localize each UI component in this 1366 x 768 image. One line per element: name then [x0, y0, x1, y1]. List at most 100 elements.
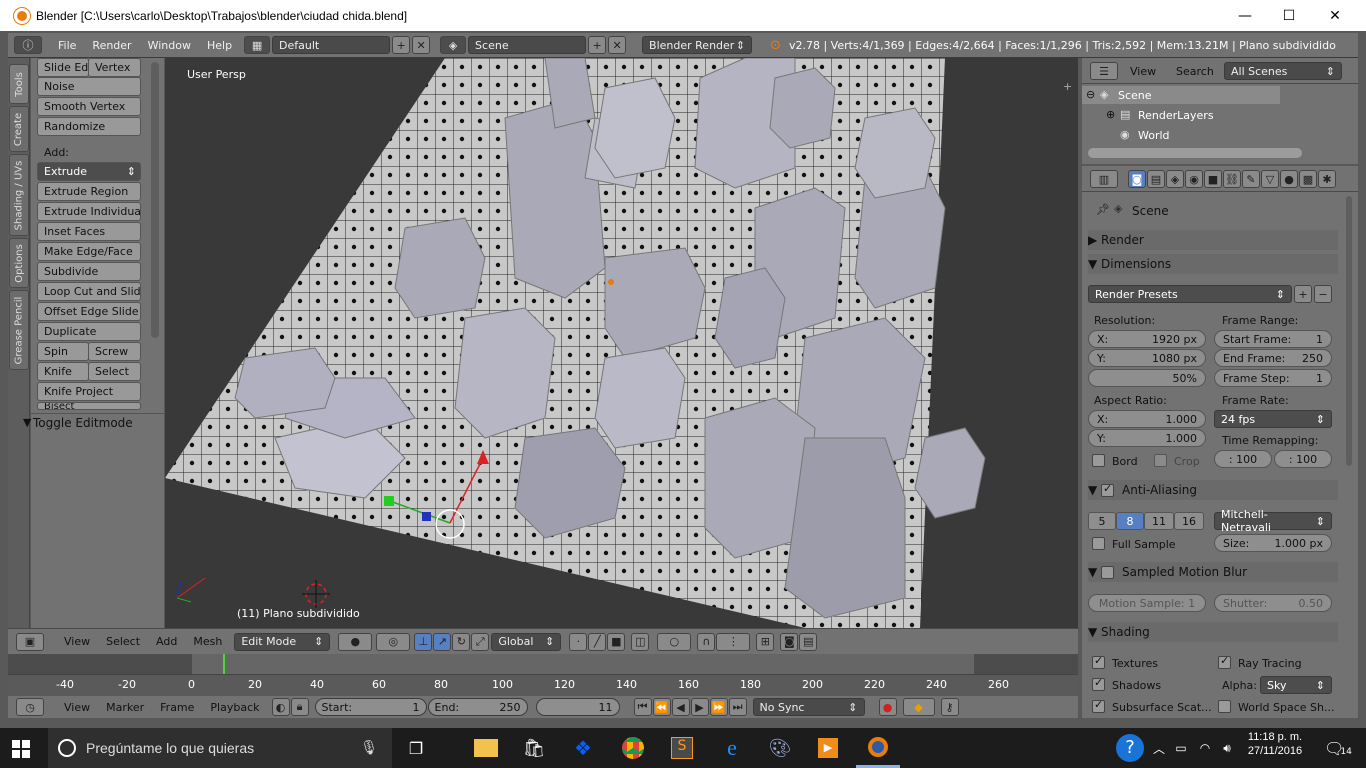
translate-icon[interactable]: ↗	[433, 632, 452, 651]
menu-frame[interactable]: Frame	[152, 701, 202, 714]
timeline[interactable]: -40 -20 0 20 40 60 80 100 120 140 160 18…	[8, 654, 1078, 696]
res-y-field[interactable]: Y: 1080 px	[1088, 349, 1206, 367]
aa-sample-8[interactable]: 8	[1116, 512, 1144, 530]
anti-aliasing-panel-header[interactable]: ▼ Anti-Aliasing	[1088, 480, 1338, 500]
viewport-shading-icon[interactable]: ●	[338, 632, 373, 651]
windows-start-icon[interactable]	[12, 740, 30, 758]
tab-create[interactable]: Create	[9, 106, 29, 152]
tab-tools[interactable]: Tools	[9, 64, 29, 104]
aa-sample-16[interactable]: 16	[1174, 512, 1204, 530]
render-anim-icon[interactable]: ▤	[799, 632, 818, 651]
bisect-button[interactable]: Bisect	[37, 402, 141, 410]
extrude-region-button[interactable]: Extrude Region	[37, 182, 141, 201]
filter-size-field[interactable]: Size: 1.000 px	[1214, 534, 1332, 552]
material-tab-icon[interactable]: ●	[1280, 170, 1298, 188]
world-space-shading-checkbox[interactable]	[1218, 700, 1231, 713]
inset-faces-button[interactable]: Inset Faces	[37, 222, 141, 241]
make-edge-face-button[interactable]: Make Edge/Face	[37, 242, 141, 261]
add-scene-icon[interactable]: +	[588, 36, 607, 54]
microphone-icon[interactable]: 🎙︎	[360, 740, 378, 756]
minimize-button[interactable]: —	[1222, 0, 1268, 31]
editor-type-info-icon[interactable]: ⓘ	[14, 36, 42, 54]
scene-tab-icon[interactable]: ◈	[1166, 170, 1184, 188]
texture-tab-icon[interactable]: ▩	[1299, 170, 1317, 188]
aa-sample-5[interactable]: 5	[1088, 512, 1116, 530]
duplicate-button[interactable]: Duplicate	[37, 322, 141, 341]
dimensions-panel-header[interactable]: ▼ Dimensions	[1088, 254, 1338, 274]
outliner-hscrollbar[interactable]	[1088, 148, 1302, 158]
spin-button[interactable]: Spin	[37, 342, 89, 361]
battery-icon[interactable]: ▭	[1170, 728, 1192, 768]
menu-mesh[interactable]: Mesh	[185, 635, 230, 648]
help-icon[interactable]: ?	[1112, 728, 1148, 768]
scene-field[interactable]: Scene	[468, 36, 587, 54]
motion-blur-checkbox[interactable]	[1101, 565, 1115, 579]
physics-tab-icon[interactable]: ✱	[1318, 170, 1336, 188]
smooth-vertex-button[interactable]: Smooth Vertex	[37, 97, 141, 116]
extrude-dropdown[interactable]: Extrude ⇕	[37, 162, 141, 181]
menu-help[interactable]: Help	[199, 39, 240, 52]
sync-select[interactable]: No Sync ⇕	[752, 698, 865, 716]
maximize-button[interactable]: ☐	[1266, 0, 1312, 31]
editor-type-properties-icon[interactable]: ▥	[1090, 170, 1118, 188]
end-frame-field[interactable]: End: 250	[427, 698, 528, 716]
play-reverse-icon[interactable]: ◀	[671, 698, 690, 716]
scene-icon[interactable]: ◈	[440, 36, 467, 54]
proportional-edit-icon[interactable]: ○	[657, 632, 692, 651]
frame-step-field[interactable]: Frame Step: 1	[1214, 369, 1332, 387]
end-frame-field[interactable]: End Frame: 250	[1214, 349, 1332, 367]
outliner-render-layers[interactable]: RenderLayers	[1138, 109, 1214, 122]
next-keyframe-icon[interactable]: ⏩	[709, 698, 728, 716]
noise-button[interactable]: Noise	[37, 77, 141, 96]
render-panel-header[interactable]: ▶ Render	[1088, 230, 1338, 250]
wifi-icon[interactable]: ◠	[1194, 728, 1216, 768]
remap-old-field[interactable]: : 100	[1214, 450, 1272, 468]
show-hidden-icons[interactable]: ︿	[1150, 728, 1168, 768]
toggle-editmode-panel[interactable]: Toggle Editmode	[33, 416, 133, 430]
media-player-icon[interactable]: ▶	[806, 728, 850, 768]
edge-icon[interactable]: e	[710, 728, 754, 768]
ray-tracing-checkbox[interactable]	[1218, 654, 1231, 669]
expand-icon[interactable]: ⊕	[1106, 108, 1115, 121]
full-sample-checkbox[interactable]	[1092, 537, 1105, 550]
task-view-icon[interactable]: ❐	[394, 728, 438, 768]
tab-shading-uvs[interactable]: Shading / UVs	[9, 154, 29, 236]
motion-samples-field[interactable]: Motion Sample: 1	[1088, 594, 1206, 612]
current-frame-field[interactable]: 11	[535, 698, 620, 716]
viewport-plus-icon[interactable]: +	[1063, 80, 1072, 93]
pivot-point-icon[interactable]: ◎	[376, 632, 411, 651]
start-frame-field[interactable]: Start: 1	[314, 698, 427, 716]
edge-select-icon[interactable]: ╱	[588, 632, 607, 651]
uv-sync-icon[interactable]: ⊞	[756, 632, 775, 651]
render-layers-tab-icon[interactable]: ▤	[1147, 170, 1165, 188]
screw-button[interactable]: Screw	[88, 342, 141, 361]
record-icon[interactable]: ●	[878, 698, 897, 716]
menu-window[interactable]: Window	[140, 39, 199, 52]
face-select-icon[interactable]: ■	[607, 632, 626, 651]
editor-type-3d-icon[interactable]: ▣	[16, 632, 44, 651]
limit-selection-icon[interactable]: ◫	[631, 632, 650, 651]
data-tab-icon[interactable]: ▽	[1261, 170, 1279, 188]
orientation-select[interactable]: Global ⇕	[491, 632, 562, 651]
start-frame-field[interactable]: Start Frame: 1	[1214, 330, 1332, 348]
clock[interactable]: 11:18 p. m. 27/11/2016	[1240, 731, 1310, 757]
modifiers-tab-icon[interactable]: ✎	[1242, 170, 1260, 188]
alpha-select[interactable]: Sky ⇕	[1260, 676, 1332, 694]
screen-layout-icon[interactable]: ▦	[244, 36, 271, 54]
preview-range-icon[interactable]: ◐	[271, 698, 290, 716]
extrude-individual-button[interactable]: Extrude Individual	[37, 202, 141, 221]
file-explorer-icon[interactable]	[464, 728, 508, 768]
cortana-search-box[interactable]: Pregúntame lo que quieras 🎙︎	[48, 728, 392, 768]
dropbox-icon[interactable]: ❖	[561, 728, 605, 768]
constraints-tab-icon[interactable]: ⛓︎	[1223, 170, 1241, 188]
volume-icon[interactable]: 🔊︎	[1216, 728, 1238, 768]
render-image-icon[interactable]: ◙	[780, 632, 799, 651]
vertex-button[interactable]: Vertex	[88, 58, 141, 77]
properties-scrollbar[interactable]	[1346, 196, 1352, 466]
motion-blur-panel-header[interactable]: ▼ Sampled Motion Blur	[1088, 562, 1338, 582]
expand-icon[interactable]: ⊖	[1086, 88, 1095, 101]
add-preset-icon[interactable]: +	[1294, 285, 1312, 303]
prev-keyframe-icon[interactable]: ⏪	[652, 698, 671, 716]
mode-select[interactable]: Edit Mode ⇕	[234, 632, 331, 651]
editor-type-outliner-icon[interactable]: ☰	[1090, 62, 1118, 80]
